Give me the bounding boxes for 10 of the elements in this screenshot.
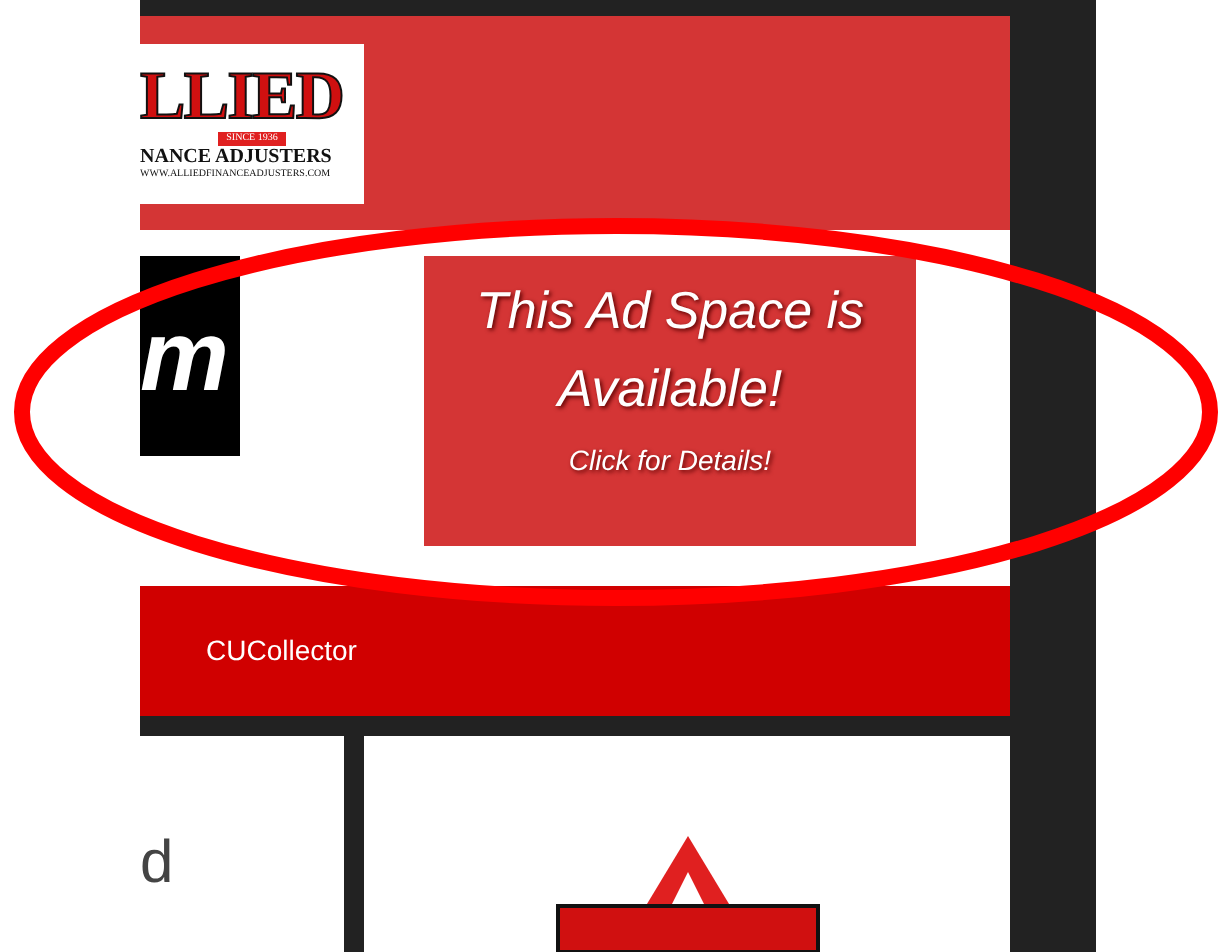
ad-banner[interactable]: This Ad Space is Available! Click for Details! [424, 256, 916, 546]
site-name-link[interactable]: CUCollector [206, 630, 357, 672]
logo-title: LLIED [140, 64, 344, 132]
heading-text: d [140, 830, 174, 896]
ad-headline: This Ad Space is [475, 278, 865, 344]
dark-banner[interactable]: m [140, 256, 240, 456]
ad-headline: Available! [557, 356, 783, 422]
banner-text: m [140, 306, 229, 406]
logo-subtitle: NANCE ADJUSTERS [140, 146, 332, 169]
ad-call-to-action: Click for Details! [568, 442, 772, 480]
